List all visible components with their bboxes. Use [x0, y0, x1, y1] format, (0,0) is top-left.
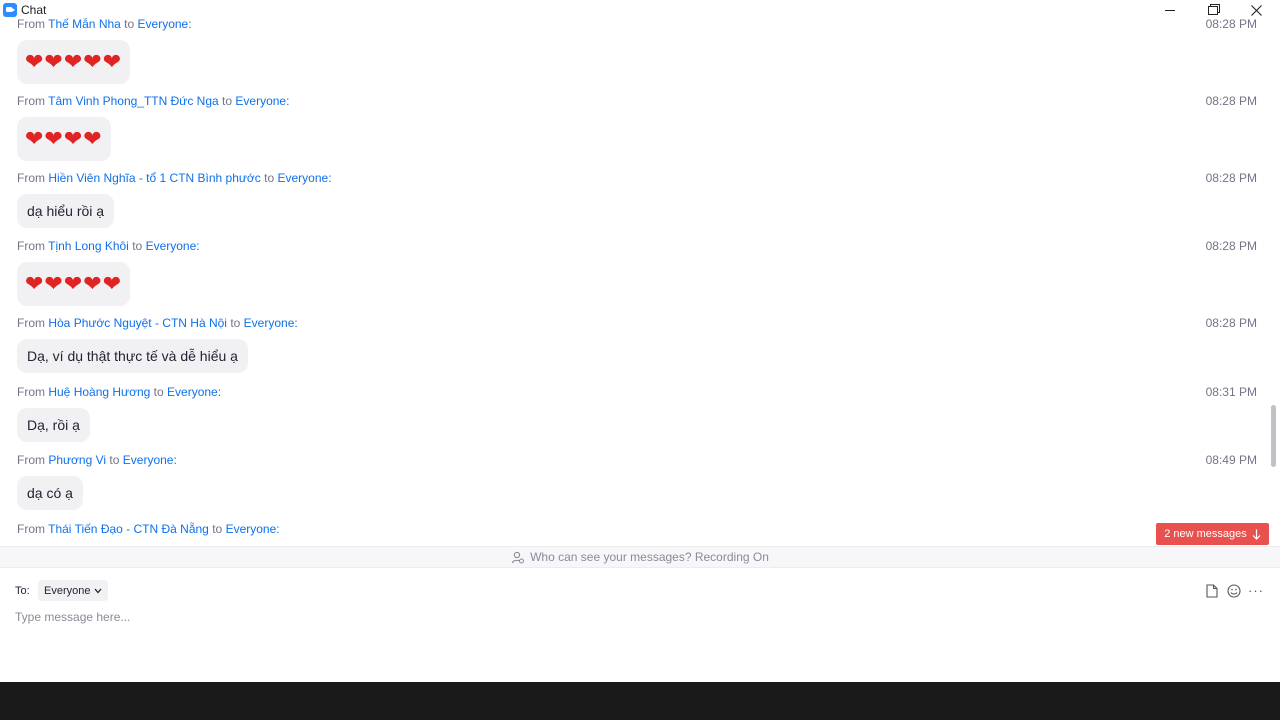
- message-bubble: dạ có ạ: [17, 476, 83, 510]
- close-icon: [1250, 4, 1262, 16]
- message-header: From Hiền Viên Nghĩa - tổ 1 CTN Bình phư…: [17, 170, 1257, 186]
- to-word: to: [109, 453, 120, 467]
- emoji-icon: [1227, 584, 1241, 598]
- chat-message: From Thái Tiến Đạo - CTN Đà Nẵng to Ever…: [17, 521, 1257, 537]
- recipient-name[interactable]: Everyone:: [278, 171, 332, 185]
- sender-name[interactable]: Hiền Viên Nghĩa - tổ 1 CTN Bình phước: [48, 171, 260, 185]
- from-label: From: [17, 453, 45, 467]
- message-header: From Hòa Phước Nguyệt - CTN Hà Nội to Ev…: [17, 315, 1257, 331]
- message-bubble: Dạ, rồi ạ: [17, 408, 90, 442]
- from-label: From: [17, 94, 45, 108]
- chat-message: From Tịnh Long Khôi to Everyone: 08:28 P…: [17, 238, 1257, 306]
- message-visibility-notice[interactable]: Who can see your messages? Recording On: [0, 546, 1280, 568]
- to-word: to: [153, 385, 164, 399]
- recipient-name[interactable]: Everyone:: [235, 94, 289, 108]
- close-button[interactable]: [1236, 0, 1276, 20]
- recipient-name[interactable]: Everyone:: [123, 453, 177, 467]
- to-word: to: [212, 522, 223, 536]
- chat-message: From Hòa Phước Nguyệt - CTN Hà Nội to Ev…: [17, 315, 1257, 373]
- message-bubble: ❤❤❤❤❤: [17, 40, 131, 84]
- recipient-name[interactable]: Everyone:: [226, 522, 280, 536]
- arrow-down-icon: [1252, 529, 1261, 540]
- to-word: to: [222, 94, 233, 108]
- sender-name[interactable]: Hòa Phước Nguyệt - CTN Hà Nội: [48, 316, 227, 330]
- message-header: From Phương Vi to Everyone: 08:49 PM: [17, 452, 1257, 468]
- from-label: From: [17, 171, 45, 185]
- sender-name[interactable]: Phương Vi: [48, 453, 106, 467]
- chat-message: From Hiền Viên Nghĩa - tổ 1 CTN Bình phư…: [17, 170, 1257, 228]
- message-bubble: Dạ, ví dụ thật thực tế và dễ hiểu ạ: [17, 339, 248, 373]
- message-time: 08:28 PM: [1205, 94, 1257, 108]
- sender-name[interactable]: Tâm Vinh Phong_TTN Đức Nga: [48, 94, 219, 108]
- recipient-select[interactable]: Everyone: [38, 580, 109, 601]
- message-header: From Huệ Hoàng Hương to Everyone: 08:31 …: [17, 384, 1257, 400]
- message-bubble: ❤❤❤❤❤: [17, 262, 131, 306]
- message-time: 08:49 PM: [1205, 453, 1257, 467]
- recipient-name[interactable]: Everyone:: [167, 385, 221, 399]
- emoji-button[interactable]: [1226, 583, 1242, 599]
- sender-name[interactable]: Tịnh Long Khôi: [48, 239, 129, 253]
- message-bubble: dạ hiểu rồi ạ: [17, 194, 115, 228]
- chat-scrollbar[interactable]: [1268, 20, 1280, 545]
- from-label: From: [17, 385, 45, 399]
- chat-message: From Tâm Vinh Phong_TTN Đức Nga to Every…: [17, 93, 1257, 161]
- visibility-text: Who can see your messages? Recording On: [530, 550, 769, 564]
- file-icon: [1206, 584, 1218, 598]
- bottom-bar: [0, 682, 1280, 720]
- zoom-app-icon: [3, 3, 17, 17]
- to-word: to: [264, 171, 275, 185]
- more-icon[interactable]: ···: [1248, 583, 1264, 599]
- to-word: to: [124, 18, 135, 31]
- from-label: From: [17, 18, 45, 31]
- from-label: From: [17, 239, 45, 253]
- restore-button[interactable]: [1193, 0, 1233, 20]
- message-header: From Tâm Vinh Phong_TTN Đức Nga to Every…: [17, 93, 1257, 109]
- share-file-button[interactable]: [1204, 583, 1220, 599]
- message-header: From Thái Tiến Đạo - CTN Đà Nẵng to Ever…: [17, 521, 1257, 537]
- message-header: From Thế Mẫn Nha to Everyone: 08:28 PM: [17, 18, 1257, 32]
- person-icon: [512, 551, 525, 563]
- message-time: 08:31 PM: [1205, 385, 1257, 399]
- message-bubble: ❤❤❤❤: [17, 117, 111, 161]
- message-input[interactable]: [15, 607, 1255, 627]
- from-label: From: [17, 522, 45, 536]
- message-time: 08:28 PM: [1205, 18, 1257, 31]
- from-label: From: [17, 316, 45, 330]
- restore-icon: [1208, 5, 1218, 15]
- recipient-name[interactable]: Everyone:: [244, 316, 298, 330]
- message-composer: To: Everyone ···: [0, 569, 1280, 682]
- title-bar: Chat: [0, 0, 1280, 20]
- sender-name[interactable]: Thế Mẫn Nha: [48, 18, 121, 31]
- new-messages-label: 2 new messages: [1164, 528, 1247, 540]
- recipient-name[interactable]: Everyone:: [146, 239, 200, 253]
- chat-message: From Thế Mẫn Nha to Everyone: 08:28 PM ❤…: [17, 18, 1257, 84]
- message-header: From Tịnh Long Khôi to Everyone: 08:28 P…: [17, 238, 1257, 254]
- chat-message: From Huệ Hoàng Hương to Everyone: 08:31 …: [17, 384, 1257, 442]
- minimize-icon: [1165, 9, 1175, 11]
- message-time: 08:28 PM: [1205, 171, 1257, 185]
- sender-name[interactable]: Huệ Hoàng Hương: [48, 385, 150, 399]
- to-label: To:: [15, 585, 30, 597]
- chat-message: From Phương Vi to Everyone: 08:49 PM dạ …: [17, 452, 1257, 510]
- window-title: Chat: [21, 3, 47, 17]
- scrollbar-thumb[interactable]: [1271, 405, 1276, 467]
- chat-message-list[interactable]: From Thế Mẫn Nha to Everyone: 08:28 PM ❤…: [0, 18, 1268, 546]
- recipient-value: Everyone: [44, 584, 91, 597]
- recipient-name[interactable]: Everyone:: [138, 18, 192, 31]
- to-word: to: [230, 316, 241, 330]
- chevron-down-icon: [94, 588, 102, 593]
- minimize-button[interactable]: [1150, 0, 1190, 20]
- sender-name[interactable]: Thái Tiến Đạo - CTN Đà Nẵng: [48, 522, 209, 536]
- new-messages-button[interactable]: 2 new messages: [1156, 523, 1269, 545]
- to-word: to: [132, 239, 143, 253]
- message-time: 08:28 PM: [1205, 239, 1257, 253]
- message-time: 08:28 PM: [1205, 316, 1257, 330]
